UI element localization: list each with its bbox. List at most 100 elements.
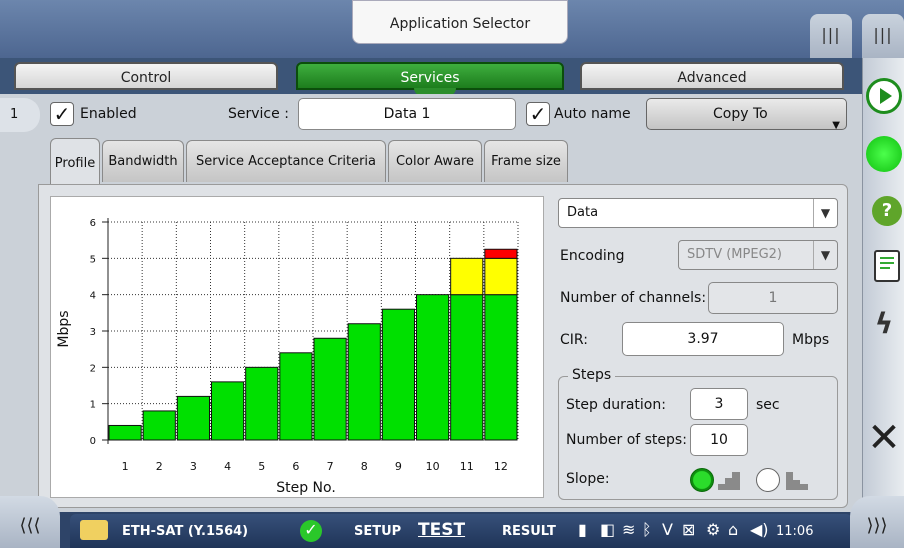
- enabled-label: Enabled: [80, 106, 137, 122]
- x-tick-label: 12: [494, 460, 508, 473]
- expand-right-grip[interactable]: ⟩⟩⟩: [850, 496, 904, 548]
- storage-icon: ◧: [600, 520, 616, 539]
- step-duration-field[interactable]: 3: [690, 388, 748, 420]
- chart-bar: [108, 424, 142, 441]
- chart-bar: [176, 395, 211, 441]
- report-icon[interactable]: [874, 250, 900, 282]
- x-tick-label: 7: [327, 460, 334, 473]
- chart-bar: [381, 308, 416, 441]
- service-label: Service :: [228, 106, 289, 122]
- number-of-steps-field[interactable]: 10: [690, 424, 748, 456]
- x-tick-label: 4: [224, 460, 231, 473]
- subtab-color-aware[interactable]: Color Aware: [388, 140, 482, 182]
- subtab-frame-size[interactable]: Frame size: [484, 140, 568, 182]
- wifi-icon: ≋: [622, 520, 636, 539]
- y-tick-label: 0: [90, 436, 96, 447]
- top-grip-left[interactable]: |||: [810, 14, 852, 58]
- help-icon[interactable]: ?: [872, 196, 902, 226]
- y-tick-label: 5: [90, 254, 96, 265]
- y-tick-label: 3: [90, 327, 96, 338]
- subtab-profile[interactable]: Profile: [50, 138, 100, 184]
- channels-field[interactable]: 1: [708, 282, 838, 314]
- x-tick-label: 9: [395, 460, 402, 473]
- chart-bar: [313, 337, 347, 441]
- remote-icon: ⚙: [706, 520, 721, 539]
- subtab-service-acceptance-criteria[interactable]: Service Acceptance Criteria: [186, 140, 386, 182]
- volume-icon[interactable]: ◀): [750, 520, 769, 540]
- profile-type-select[interactable]: Data ▼: [558, 198, 838, 228]
- encoding-select[interactable]: SDTV (MPEG2) ▼: [678, 240, 838, 270]
- tab-services[interactable]: Services: [296, 62, 564, 90]
- chart-bar: [450, 257, 484, 296]
- copy-to-button[interactable]: Copy To ▼: [646, 98, 847, 131]
- cir-label: CIR:: [560, 332, 588, 348]
- chart-bar: [450, 294, 484, 441]
- expand-left-grip[interactable]: ⟨⟨⟨: [0, 496, 60, 548]
- encoding-value: SDTV (MPEG2): [687, 247, 782, 262]
- y-tick-label: 2: [90, 363, 96, 374]
- instrument-icon: [80, 520, 108, 540]
- slope-option-burst-radio[interactable]: [756, 468, 780, 492]
- service-name-field[interactable]: Data 1: [298, 98, 516, 130]
- profile-type-value: Data: [567, 205, 599, 220]
- close-icon[interactable]: ✕: [866, 418, 902, 458]
- chart-bar: [416, 294, 450, 441]
- setup-tab[interactable]: SETUP: [354, 524, 401, 539]
- slope-option-step-radio[interactable]: [690, 468, 714, 492]
- copy-to-label: Copy To: [713, 106, 768, 122]
- x-tick-label: 1: [122, 460, 129, 473]
- x-tick-label: 10: [426, 460, 440, 473]
- cir-field[interactable]: 3.97: [622, 322, 784, 356]
- clock: 11:06: [776, 524, 814, 539]
- top-grip-right[interactable]: |||: [862, 14, 904, 58]
- dropdown-arrow-icon: ▼: [813, 199, 837, 227]
- step-down-slope-icon: [786, 472, 808, 490]
- screen-icon: ⊠: [682, 520, 696, 539]
- number-of-steps-label: Number of steps:: [566, 432, 687, 448]
- caret-down-icon: ▼: [832, 120, 840, 131]
- application-selector-button[interactable]: Application Selector: [352, 0, 568, 44]
- battery-icon: ▮: [578, 520, 587, 539]
- tab-control[interactable]: Control: [14, 62, 278, 90]
- encoding-label: Encoding: [560, 248, 625, 264]
- chart-bar: [484, 294, 518, 441]
- x-tick-label: 3: [190, 460, 197, 473]
- step-duration-unit: sec: [756, 397, 780, 413]
- x-tick-label: 2: [156, 460, 163, 473]
- bluetooth-icon: ᛒ: [642, 520, 652, 539]
- step-duration-label: Step duration:: [566, 397, 666, 413]
- chart-x-label: Step No.: [276, 480, 336, 496]
- enabled-checkbox[interactable]: ✓: [50, 102, 74, 126]
- chart-bar: [142, 410, 176, 441]
- channels-label: Number of channels:: [560, 290, 707, 306]
- chart-bar: [279, 352, 313, 441]
- y-tick-label: 1: [90, 400, 96, 411]
- usb-icon: V: [662, 520, 673, 539]
- chart-bar: [484, 248, 518, 259]
- slope-label: Slope:: [566, 471, 610, 487]
- tab-advanced[interactable]: Advanced: [580, 62, 844, 90]
- steps-group-title: Steps: [568, 367, 616, 383]
- lightning-icon[interactable]: ϟ: [866, 306, 902, 342]
- dropdown-arrow-icon: ▼: [813, 241, 837, 269]
- cir-unit-label: Mbps: [792, 332, 830, 348]
- x-tick-label: 11: [460, 460, 474, 473]
- status-indicator-icon: [866, 136, 902, 172]
- test-tab[interactable]: TEST: [418, 520, 465, 540]
- test-name: ETH-SAT (Y.1564): [122, 524, 249, 539]
- subtab-bandwidth[interactable]: Bandwidth: [102, 140, 184, 182]
- chart-bar: [245, 366, 279, 441]
- auto-name-checkbox[interactable]: ✓: [526, 102, 550, 126]
- x-tick-label: 8: [361, 460, 368, 473]
- test-ok-check-icon: ✓: [300, 520, 322, 542]
- y-tick-label: 4: [90, 291, 96, 302]
- start-test-play-icon[interactable]: [866, 78, 902, 114]
- chart-bar: [211, 381, 245, 441]
- result-tab[interactable]: RESULT: [502, 524, 556, 539]
- service-index-tab[interactable]: 1: [0, 98, 40, 132]
- chart-y-label: Mbps: [56, 310, 72, 347]
- x-tick-label: 6: [292, 460, 299, 473]
- x-tick-label: 5: [258, 460, 265, 473]
- network-icon: ⌂: [728, 520, 739, 539]
- chart-bar: [484, 257, 518, 296]
